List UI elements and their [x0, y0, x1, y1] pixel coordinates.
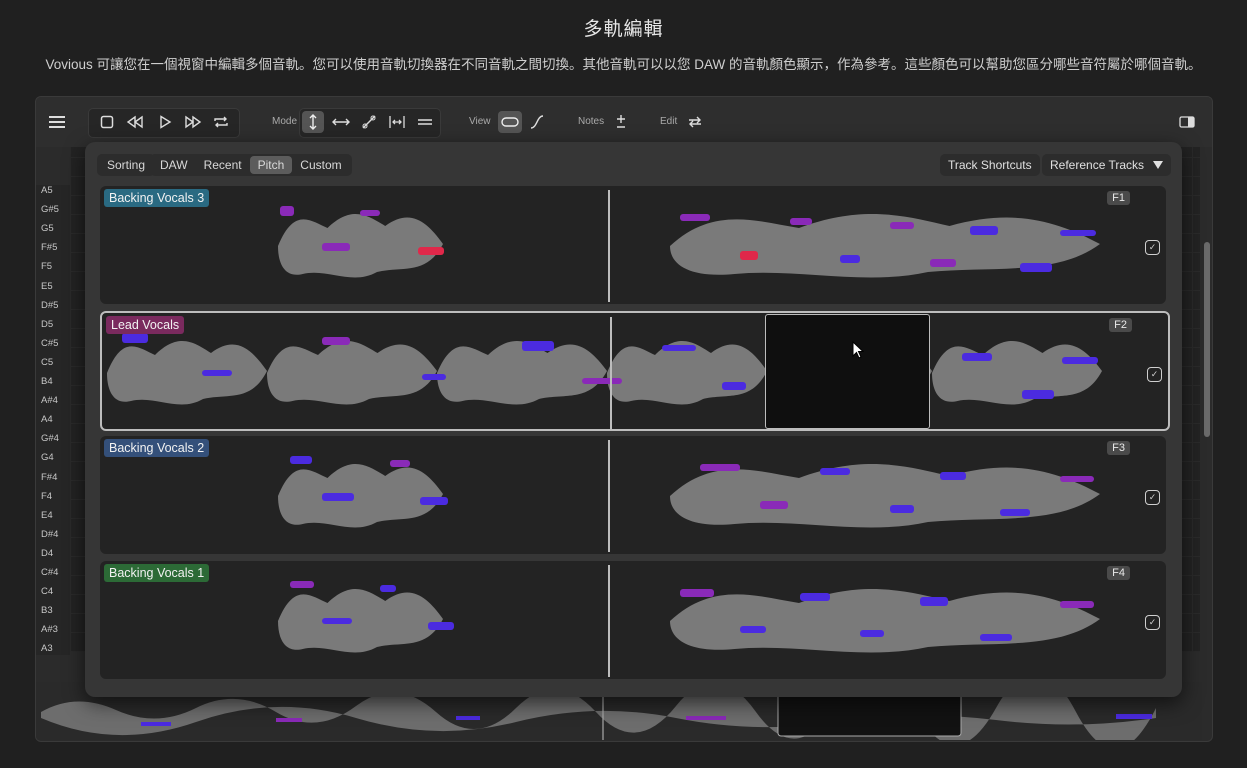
- piano-key-label: G5: [41, 223, 54, 235]
- track-name: Backing Vocals 3: [104, 189, 210, 207]
- piano-key-label: A#4: [41, 395, 58, 407]
- piano-key-label: B3: [41, 605, 53, 617]
- track-visible-checkbox[interactable]: ✓: [1145, 240, 1160, 255]
- sort-option-custom[interactable]: Custom: [292, 156, 349, 174]
- playhead: [610, 317, 612, 429]
- track-shortcut-key: F2: [1109, 318, 1132, 332]
- pitch-tool-icon[interactable]: [302, 111, 324, 133]
- reference-tracks-label: Reference Tracks: [1050, 158, 1145, 172]
- playhead: [608, 440, 610, 552]
- track-visible-checkbox[interactable]: ✓: [1145, 490, 1160, 505]
- blob-view-icon[interactable]: [498, 111, 522, 133]
- sidebar-icon[interactable]: [1176, 111, 1198, 133]
- time-tool-icon[interactable]: [330, 111, 352, 133]
- sort-option-daw[interactable]: DAW: [152, 156, 196, 174]
- rewind-icon[interactable]: [124, 111, 146, 133]
- edit-label: Edit: [660, 116, 678, 127]
- piano-key-label: A4: [41, 414, 53, 426]
- track-shortcut-key: F1: [1107, 191, 1130, 205]
- menu-icon[interactable]: [46, 111, 68, 133]
- edit-swap-icon[interactable]: [684, 111, 706, 133]
- track-visible-checkbox[interactable]: ✓: [1145, 615, 1160, 630]
- sort-option-recent[interactable]: Recent: [196, 156, 250, 174]
- piano-key-label: A5: [41, 185, 53, 196]
- track-waveform: [278, 206, 1100, 278]
- piano-key-label: D5: [41, 318, 54, 330]
- track-waveform: [107, 333, 1102, 405]
- piano-key-label: C4: [41, 586, 54, 598]
- track-name: Lead Vocals: [106, 316, 185, 334]
- piano-key-label: A#3: [41, 624, 58, 636]
- sort-segmented-control: DAW Recent Pitch Custom: [150, 154, 352, 176]
- piano-key-label: D4: [41, 547, 54, 559]
- fast-forward-icon[interactable]: [182, 111, 204, 133]
- dropdown-triangle-icon: [1153, 158, 1164, 172]
- piano-key-label: F5: [41, 261, 53, 273]
- track-waveform: [278, 456, 1100, 528]
- track-visible-checkbox[interactable]: ✓: [1147, 367, 1162, 382]
- curve-tool-icon[interactable]: [358, 111, 380, 133]
- vertical-scrollbar[interactable]: [1204, 242, 1210, 437]
- mouse-cursor-icon: [852, 341, 864, 359]
- piano-key-label: E4: [41, 509, 53, 521]
- playhead: [608, 190, 610, 302]
- track-shortcut-key: F4: [1107, 566, 1130, 580]
- piano-key-label: F#4: [41, 471, 58, 483]
- piano-key-label: E5: [41, 280, 53, 292]
- track-name: Backing Vocals 1: [104, 564, 210, 582]
- curve-view-icon[interactable]: [526, 111, 548, 133]
- piano-key-label: G#4: [41, 433, 59, 445]
- page-description: Vovious 可讓您在一個視窗中編輯多個音軌。您可以使用音軌切換器在不同音軌之…: [45, 57, 1202, 72]
- mode-label: Mode: [272, 116, 298, 127]
- sorting-group: Sorting: [97, 154, 156, 176]
- reference-tracks-button[interactable]: Reference Tracks: [1042, 154, 1172, 176]
- track-waveform: [278, 581, 1100, 653]
- piano-key-label: F4: [41, 490, 53, 502]
- notes-toggle-icon[interactable]: [610, 111, 632, 133]
- track-row[interactable]: Backing Vocals 1 F4 ✓: [100, 561, 1166, 679]
- page-title: 多軌編輯: [583, 19, 664, 40]
- track-row[interactable]: Backing Vocals 2 F3 ✓: [100, 436, 1166, 554]
- track-switcher-panel: Sorting DAW Recent Pitch Custom Track Sh…: [85, 142, 1182, 697]
- piano-key-label: G4: [41, 452, 54, 464]
- piano-key-label: C#5: [41, 337, 59, 349]
- piano-key-label: D#5: [41, 299, 59, 311]
- split-tool-icon[interactable]: [386, 111, 408, 133]
- piano-key-label: G#5: [41, 204, 59, 216]
- piano-key-label: F#5: [41, 242, 58, 254]
- play-icon[interactable]: [154, 111, 176, 133]
- loop-icon[interactable]: [210, 111, 232, 133]
- merge-tool-icon[interactable]: [414, 111, 436, 133]
- track-shortcut-key: F3: [1107, 441, 1130, 455]
- track-shortcuts-button[interactable]: Track Shortcuts: [940, 154, 1040, 176]
- track-row[interactable]: Lead Vocals F2 ✓: [100, 311, 1170, 431]
- notes-label: Notes: [578, 116, 605, 127]
- view-label: View: [469, 116, 491, 127]
- sort-option-pitch[interactable]: Pitch: [249, 156, 293, 174]
- piano-key-label: C#4: [41, 567, 59, 578]
- piano-key-label: D#4: [41, 528, 59, 540]
- track-name: Backing Vocals 2: [104, 439, 210, 457]
- selected-region[interactable]: [765, 314, 930, 429]
- playhead: [608, 565, 610, 677]
- toolbar: Mode View Notes Edit: [36, 97, 1212, 147]
- piano-key-label: C5: [41, 356, 54, 368]
- track-row[interactable]: Backing Vocals 3 F1 ✓: [100, 186, 1166, 304]
- piano-key-label: B4: [41, 376, 53, 387]
- sorting-label: Sorting: [107, 158, 146, 172]
- piano-key-label: A3: [41, 643, 53, 655]
- piano-keys: A5 G#5 G5 F#5 F5 E5 D#5 D5 C#5 C5 B4 A#4 A4 G#4 G4 F#4 F…: [36, 185, 70, 655]
- stop-icon[interactable]: [96, 111, 118, 133]
